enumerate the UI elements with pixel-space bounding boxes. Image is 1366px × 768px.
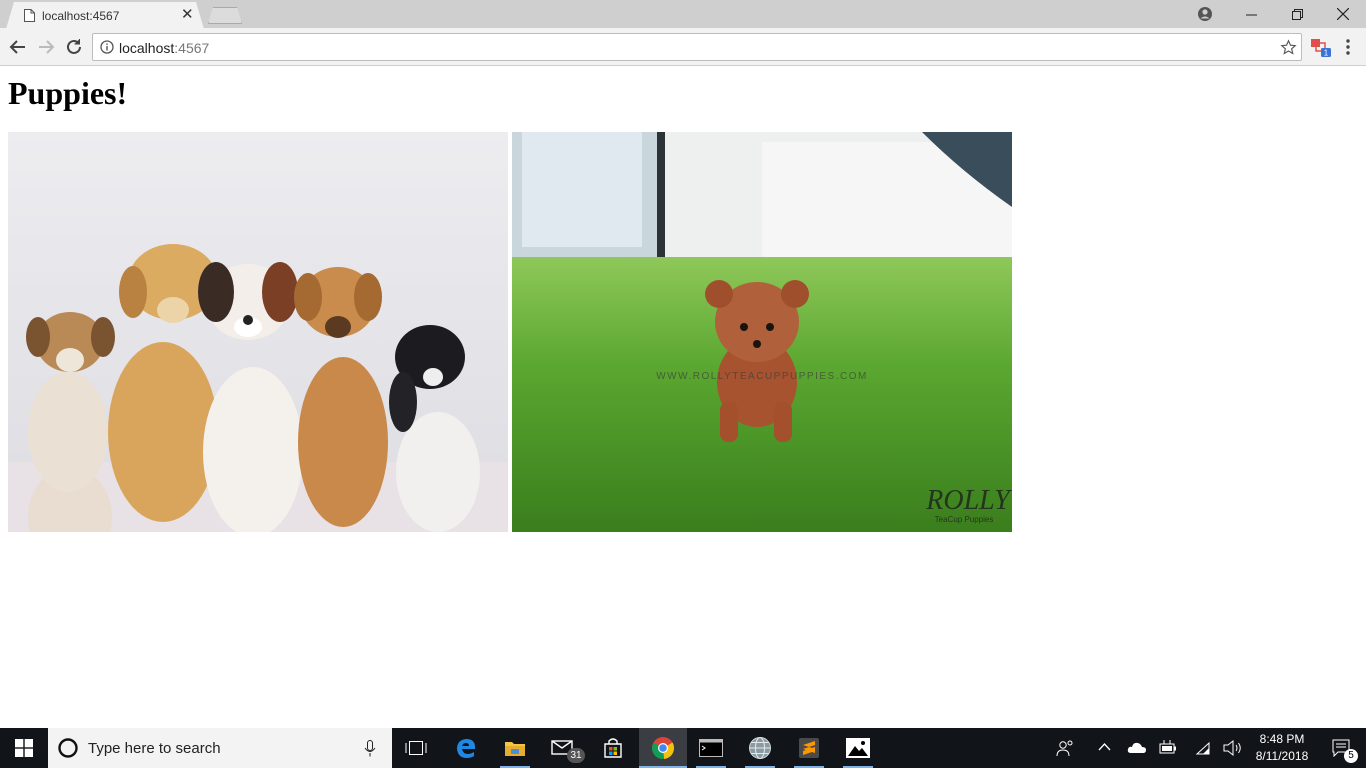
rolly-logo: ROLLY (925, 485, 1012, 516)
restore-icon (1291, 8, 1303, 20)
tab-strip: localhost:4567 ✕ (0, 0, 1366, 29)
close-icon (1337, 8, 1349, 20)
tab-title: localhost:4567 (42, 9, 120, 23)
taskbar-search-box[interactable]: Type here to search (48, 728, 392, 768)
chevron-up-icon[interactable] (1098, 742, 1111, 751)
chrome-icon (651, 737, 675, 760)
sublime-text-icon (799, 738, 819, 758)
store-bag-icon (604, 738, 622, 758)
clock-time[interactable]: 8:48 PM (1250, 732, 1314, 746)
svg-text:1: 1 (1324, 49, 1329, 58)
notification-badge: 5 (1344, 749, 1358, 763)
folder-icon (505, 742, 525, 756)
url-port: :4567 (174, 40, 210, 56)
windows-logo-icon (15, 739, 33, 757)
forward-arrow-icon[interactable] (36, 37, 56, 57)
mail-button[interactable]: 31 (541, 728, 587, 768)
task-view-icon (405, 741, 427, 755)
file-explorer-button[interactable] (492, 728, 538, 768)
search-placeholder: Type here to search (88, 740, 221, 757)
windows-taskbar: Type here to search 31 8:48 PM 8/11/2018… (0, 728, 1366, 768)
minimize-button[interactable] (1228, 0, 1274, 28)
restore-button[interactable] (1274, 0, 1320, 28)
puppies-group-image (8, 132, 508, 532)
people-icon[interactable] (1056, 739, 1074, 757)
chrome-button[interactable] (639, 728, 687, 768)
close-window-button[interactable] (1320, 0, 1366, 28)
terminal-icon (699, 739, 723, 757)
teacup-puppy-image: WWW.ROLLYTEACUPPUPPIES.COM ROLLY TeaCup … (512, 132, 1012, 532)
profile-icon[interactable] (1197, 6, 1213, 22)
url-text[interactable]: localhost:4567 (119, 40, 209, 56)
edge-icon (457, 739, 475, 758)
store-button[interactable] (590, 728, 636, 768)
bookmark-star-icon[interactable] (1280, 39, 1297, 56)
tab-close-icon[interactable]: ✕ (181, 7, 194, 22)
new-tab-button[interactable] (208, 7, 242, 24)
back-arrow-icon[interactable] (8, 37, 28, 57)
terminal-button[interactable] (688, 728, 734, 768)
page-title: Puppies! (8, 75, 128, 111)
photos-icon (846, 738, 870, 758)
more-menu-icon[interactable] (1343, 38, 1353, 56)
address-bar[interactable]: localhost:4567 (92, 33, 1302, 61)
url-host: localhost (119, 40, 175, 56)
minimize-icon (1245, 14, 1257, 15)
browser-tab[interactable]: localhost:4567 ✕ (6, 2, 204, 29)
volume-icon[interactable] (1223, 739, 1243, 757)
microphone-icon[interactable] (364, 740, 376, 757)
extension-icon[interactable]: 1 (1310, 36, 1332, 58)
rolly-logo-subtitle: TeaCup Puppies (935, 515, 994, 524)
clock-date[interactable]: 8/11/2018 (1250, 749, 1314, 763)
edge-button[interactable] (443, 728, 489, 768)
network-app-button[interactable] (737, 728, 783, 768)
browser-toolbar: localhost:4567 1 (0, 28, 1366, 66)
page-content: Puppies! WWW.ROLLYTEACUPPUPPIES.COM ROLL… (0, 66, 1366, 728)
photos-button[interactable] (835, 728, 881, 768)
reload-icon[interactable] (64, 37, 84, 57)
task-view-button[interactable] (393, 728, 439, 768)
sublime-button[interactable] (786, 728, 832, 768)
onedrive-cloud-icon[interactable] (1127, 741, 1147, 754)
action-center-button[interactable]: 5 (1318, 728, 1366, 768)
globe-icon (749, 737, 771, 759)
watermark-text: WWW.ROLLYTEACUPPUPPIES.COM (656, 371, 868, 382)
wifi-icon[interactable] (1195, 741, 1211, 755)
document-icon (24, 9, 35, 22)
info-icon[interactable] (100, 40, 114, 54)
start-button[interactable] (0, 728, 48, 768)
battery-plug-icon[interactable] (1159, 740, 1177, 755)
mail-badge: 31 (567, 748, 585, 763)
cortana-icon (58, 738, 78, 758)
